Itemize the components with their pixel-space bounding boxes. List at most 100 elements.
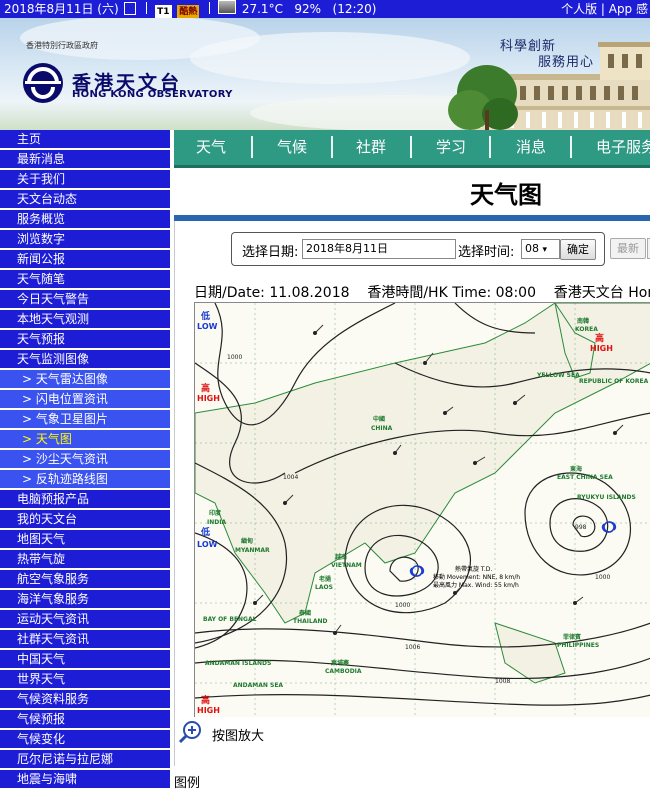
sidebar-subitem[interactable]: 天气雷达图像 [0, 370, 170, 388]
storm-wind: 最高風力 Max. Wind: 55 km/h [433, 581, 519, 589]
svg-text:LAOS: LAOS [315, 584, 333, 591]
date-label: 选择日期: [242, 245, 299, 260]
sidebar-item[interactable]: 航空气象服务 [0, 570, 170, 588]
sidebar-item[interactable]: 本地天气观测 [0, 310, 170, 328]
sidebar-item[interactable]: 浏览数字 [0, 230, 170, 248]
svg-text:PHILIPPINES: PHILIPPINES [557, 642, 599, 649]
sidebar-item[interactable]: 关于我们 [0, 170, 170, 188]
isobar-label: 1004 [283, 474, 298, 481]
sidebar-subitem[interactable]: 闪电位置资讯 [0, 390, 170, 408]
confirm-button[interactable]: 确定 [560, 239, 596, 260]
sidebar-item[interactable]: 电脑预报产品 [0, 490, 170, 508]
sidebar-item[interactable]: 海洋气象服务 [0, 590, 170, 608]
svg-text:VIETNAM: VIETNAM [331, 562, 362, 569]
sidebar-subitem[interactable]: 气象卫星图片 [0, 410, 170, 428]
sidebar-item[interactable]: 社群天气资讯 [0, 630, 170, 648]
svg-text:BAY OF BENGAL: BAY OF BENGAL [203, 616, 257, 623]
svg-text:RYUKYU ISLANDS: RYUKYU ISLANDS [577, 494, 636, 501]
menu-item-learning[interactable]: 学习 [436, 130, 466, 168]
latest-button[interactable]: 最新 [610, 238, 646, 259]
sidebar-item[interactable]: 气候资料服务 [0, 690, 170, 708]
tropical-cyclone-icon [601, 521, 617, 533]
government-label: 香港特別行政區政府 [26, 41, 98, 50]
menu-item-community[interactable]: 社群 [356, 130, 386, 168]
sidebar-item[interactable]: 热带气旋 [0, 550, 170, 568]
high-pressure-label: 高 [201, 694, 210, 706]
sidebar-item[interactable]: 厄尔尼诺与拉尼娜 [0, 750, 170, 768]
sidebar-item[interactable]: 天气随笔 [0, 270, 170, 288]
map-date: 日期/Date: 11.08.2018 [194, 285, 350, 301]
menu-item-news[interactable]: 消息 [516, 130, 546, 168]
status-time: (12:20) [332, 2, 377, 16]
status-bar: 2018年8月11日 (六) T1 酷熱 27.1°C 92% (12:20) … [0, 0, 650, 18]
high-pressure-label: 高 [595, 332, 604, 344]
date-input[interactable]: 2018年8月11日 [302, 239, 456, 259]
menu-separator [331, 136, 333, 158]
svg-text:INDIA: INDIA [207, 519, 226, 526]
sidebar-item[interactable]: 运动天气资讯 [0, 610, 170, 628]
svg-text:CHINA: CHINA [371, 425, 393, 432]
weather-chart-svg: 1000 1004 1000 1000 1006 1008 998 低 LOW [195, 303, 650, 717]
low-pressure-label: 低 [200, 310, 210, 322]
status-right-links[interactable]: 个人版 | App 感 [561, 0, 648, 18]
page-title: 天气图 [470, 181, 542, 209]
menu-item-e-services[interactable]: 电子服务 [596, 130, 650, 168]
chevron-down-icon: ▾ [542, 245, 548, 255]
typhoon-signal-t1-icon[interactable]: T1 [155, 5, 172, 18]
hko-english-name[interactable]: HONG KONG OBSERVATORY [72, 89, 233, 100]
zoom-label[interactable]: 按图放大 [212, 725, 264, 744]
trees-image [448, 65, 518, 130]
tropical-cyclone-info: 熱帶氣旋 T.D. 移動 Movement: NNE, 8 km/h 最高風力 … [433, 565, 520, 589]
storm-movement: 移動 Movement: NNE, 8 km/h [433, 573, 520, 581]
svg-text:南韓: 南韓 [577, 317, 589, 325]
map-time: 香港時間/HK Time: 08:00 [367, 285, 536, 301]
sidebar-item[interactable]: 服务概览 [0, 210, 170, 228]
menu-bar-bottom-border [174, 165, 650, 168]
menu-item-climate[interactable]: 气候 [277, 130, 307, 168]
status-humidity: 92% [294, 2, 322, 16]
sidebar-item[interactable]: 中国天气 [0, 650, 170, 668]
isobar-label: 1008 [495, 678, 510, 685]
sidebar-subitem[interactable]: 沙尘天气资讯 [0, 450, 170, 468]
svg-text:REPUBLIC OF KOREA: REPUBLIC OF KOREA [579, 378, 649, 385]
menu-separator [410, 136, 412, 158]
svg-text:ANDAMAN ISLANDS: ANDAMAN ISLANDS [205, 660, 271, 667]
low-pressure-label-en: LOW [197, 540, 218, 549]
very-hot-warning-icon[interactable]: 酷熱 [177, 5, 200, 18]
isobar-label: 1006 [405, 644, 420, 651]
hko-logo-icon[interactable] [22, 62, 64, 104]
svg-text:KOREA: KOREA [575, 326, 598, 333]
svg-text:老撾: 老撾 [318, 575, 331, 583]
sidebar-item[interactable]: 气候预报 [0, 710, 170, 728]
sidebar-item[interactable]: 地图天气 [0, 530, 170, 548]
sidebar-item[interactable]: 今日天气警告 [0, 290, 170, 308]
legend-label: 图例 [174, 776, 201, 791]
sidebar-subitem[interactable]: 反轨迹路线图 [0, 470, 170, 488]
sidebar-item[interactable]: 天气预报 [0, 330, 170, 348]
sidebar-item[interactable]: 天文台动态 [0, 190, 170, 208]
zoom-in-icon[interactable] [178, 720, 202, 744]
menu-separator [251, 136, 253, 158]
svg-text:MYANMAR: MYANMAR [235, 547, 270, 554]
sidebar-subitem[interactable]: 天气图 [0, 430, 170, 448]
sidebar-item[interactable]: 我的天文台 [0, 510, 170, 528]
sidebar-item[interactable]: 气候变化 [0, 730, 170, 748]
weather-chart-image[interactable]: 1000 1004 1000 1000 1006 1008 998 低 LOW [194, 302, 650, 717]
storm-name: 熱帶氣旋 T.D. [455, 565, 492, 573]
time-select-value: 08 [525, 242, 539, 255]
time-label: 选择时间: [458, 245, 515, 260]
date-time-selector: 选择日期: 2018年8月11日 选择时间: 08 ▾ 确定 [231, 232, 605, 266]
sidebar-item[interactable]: 新闻公报 [0, 250, 170, 268]
high-pressure-label-en: HIGH [197, 394, 220, 403]
sidebar-item[interactable]: 主页 [0, 130, 170, 148]
svg-text:泰國: 泰國 [298, 609, 311, 617]
sidebar-item[interactable]: 天气监测图像 [0, 350, 170, 368]
sidebar-item[interactable]: 地震与海啸 [0, 770, 170, 788]
menu-item-weather[interactable]: 天气 [196, 130, 226, 168]
time-select[interactable]: 08 ▾ [521, 239, 560, 259]
map-header: 日期/Date: 11.08.2018 香港時間/HK Time: 08:00 … [194, 282, 650, 302]
sidebar-item[interactable]: 最新消息 [0, 150, 170, 168]
svg-text:印度: 印度 [209, 509, 222, 517]
status-left: 2018年8月11日 (六) T1 酷熱 27.1°C 92% (12:20) [4, 0, 376, 18]
sidebar-item[interactable]: 世界天气 [0, 670, 170, 688]
